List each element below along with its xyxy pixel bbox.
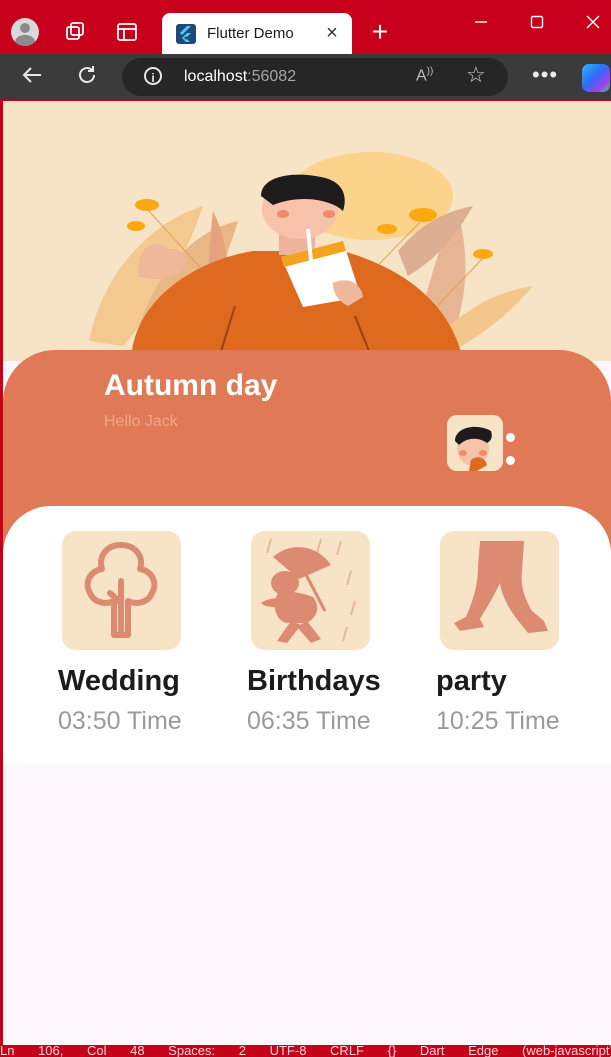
close-window-icon[interactable]: [573, 8, 611, 38]
refresh-icon[interactable]: [73, 63, 101, 91]
tree-icon: [62, 531, 181, 650]
event-time: 06:35 Time: [247, 707, 371, 735]
back-arrow-icon[interactable]: [18, 63, 46, 91]
menu-dot-icon[interactable]: [506, 456, 515, 465]
walking-legs-icon: [440, 531, 559, 650]
umbrella-rain-icon: [251, 531, 370, 650]
page-viewport: Autumn day Hello Jack Wedding 03:50 Time: [3, 101, 611, 1045]
profile-avatar-icon[interactable]: [11, 18, 39, 46]
event-name: Wedding: [58, 665, 180, 697]
event-name: party: [436, 665, 507, 697]
browser-toolbar: i localhost:56082 A)) ☆ •••: [0, 54, 611, 100]
avatar[interactable]: [447, 415, 503, 471]
event-time: 10:25 Time: [436, 707, 560, 735]
more-icon[interactable]: •••: [532, 64, 558, 86]
workspaces-icon[interactable]: [61, 18, 89, 46]
url-text: localhost:56082: [184, 68, 297, 85]
editor-status-bar: Ln 106, Col 48 Spaces: 2 UTF-8 CRLF {} D…: [0, 1045, 611, 1057]
event-time: 03:50 Time: [58, 707, 182, 735]
maximize-icon[interactable]: [517, 8, 557, 38]
close-tab-icon[interactable]: ×: [320, 21, 344, 45]
minimize-icon[interactable]: [461, 8, 501, 38]
star-icon[interactable]: ☆: [466, 62, 486, 88]
hero-illustration: [3, 101, 611, 362]
tab-title: Flutter Demo: [207, 25, 294, 42]
browser-titlebar: Flutter Demo × +: [0, 0, 611, 54]
copilot-icon[interactable]: [582, 64, 610, 92]
card-subtitle: Hello Jack: [104, 413, 178, 430]
site-info-icon[interactable]: i: [144, 67, 162, 85]
card-title: Autumn day: [104, 369, 278, 402]
active-tab[interactable]: Flutter Demo ×: [162, 13, 352, 54]
event-name: Birthdays: [247, 665, 381, 697]
flutter-icon: [176, 24, 196, 44]
new-tab-icon[interactable]: +: [367, 18, 393, 46]
tab-actions-icon[interactable]: [113, 18, 141, 46]
menu-dot-icon[interactable]: [506, 433, 515, 442]
status-text: Ln 106, Col 48 Spaces: 2 UTF-8 CRLF {} D…: [0, 1045, 611, 1057]
read-aloud-icon[interactable]: A)): [416, 66, 433, 85]
address-bar[interactable]: i localhost:56082 A)) ☆: [122, 58, 508, 96]
